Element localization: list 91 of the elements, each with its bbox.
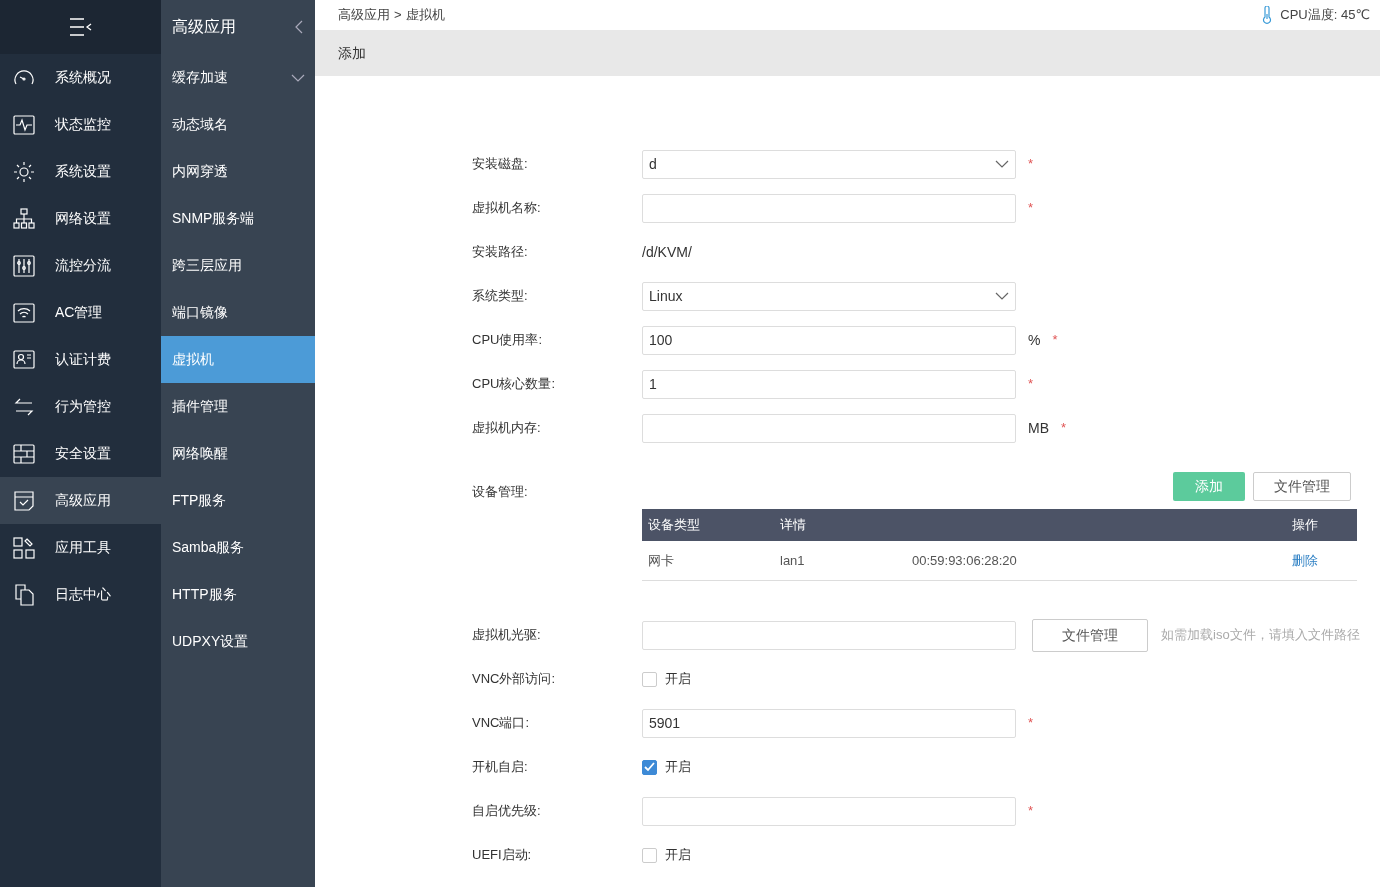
field-label: 设备管理: [472, 483, 529, 501]
field-label: CPU使用率: [472, 331, 544, 350]
checkbox-label: 开启 [665, 670, 691, 689]
input-field[interactable] [642, 620, 1016, 650]
checkbox[interactable] [642, 847, 657, 863]
submenu-title: 高级应用 [172, 17, 236, 37]
sidebar-item[interactable]: 应用工具 [0, 524, 161, 571]
sidebar-item[interactable]: 安全设置 [0, 430, 161, 477]
hint-text: 如需加载iso文件，请填入文件路径 [1161, 626, 1360, 645]
submenu-item[interactable]: Samba服务 [161, 524, 315, 571]
field-label: CPU核心数量: [472, 375, 557, 394]
required-mark: * [1028, 155, 1034, 174]
file-manager-button[interactable]: 文件管理 [1253, 472, 1351, 501]
input-field[interactable] [642, 193, 1016, 223]
file-manager-button[interactable]: 文件管理 [1032, 618, 1148, 652]
submenu-item[interactable]: HTTP服务 [161, 571, 315, 618]
wifi-icon [12, 300, 36, 325]
submenu-item[interactable]: 插件管理 [161, 383, 315, 430]
required-mark: * [1028, 802, 1034, 821]
sidebar-item[interactable]: 状态监控 [0, 101, 161, 148]
select-field[interactable]: Linux [642, 281, 1016, 311]
field-label: 虚拟机内存: [472, 419, 542, 438]
required-mark: * [1028, 199, 1034, 218]
submenu-item[interactable]: 端口镜像 [161, 289, 315, 336]
breadcrumb-separator: > [394, 6, 402, 25]
sidebar-item[interactable]: 流控分流 [0, 242, 161, 289]
input-field[interactable]: 100 [642, 325, 1016, 355]
network-icon [12, 206, 36, 231]
submenu-item[interactable]: 跨三层应用 [161, 242, 315, 289]
calendar-check-icon [12, 488, 36, 513]
id-card-icon [12, 347, 36, 372]
sidebar-item[interactable]: 行为管控 [0, 383, 161, 430]
sidebar-item[interactable]: 网络设置 [0, 195, 161, 242]
input-field[interactable] [642, 413, 1016, 443]
required-mark: * [1052, 331, 1058, 350]
input-field[interactable]: 5901 [642, 708, 1016, 738]
cpu-temperature: CPU温度: 45℃ [1280, 6, 1370, 25]
submenu-item[interactable]: 网络唤醒 [161, 430, 315, 477]
field-label: 虚拟机名称: [472, 199, 542, 218]
sidebar-item[interactable]: 高级应用 [0, 477, 161, 524]
breadcrumb-item[interactable]: 高级应用 [338, 5, 390, 25]
field-value: /d/KVM/ [642, 242, 692, 262]
delete-link[interactable]: 删除 [1286, 550, 1357, 571]
sidebar-item[interactable]: 系统设置 [0, 148, 161, 195]
sidebar-item[interactable]: AC管理 [0, 289, 161, 336]
pulse-icon [12, 112, 36, 137]
checkbox-label: 开启 [665, 846, 691, 865]
checkbox[interactable] [642, 759, 657, 775]
section-title: 添加 [338, 43, 366, 63]
submenu-item[interactable]: FTP服务 [161, 477, 315, 524]
submenu-item[interactable]: 缓存加速 [161, 54, 315, 101]
field-label: 安装磁盘: [472, 155, 529, 174]
input-field[interactable] [642, 796, 1016, 826]
submenu-item[interactable]: 内网穿透 [161, 148, 315, 195]
sidebar-item[interactable]: 系统概况 [0, 54, 161, 101]
dropdown-caret-icon [995, 292, 1009, 300]
select-field[interactable]: d [642, 149, 1016, 179]
thermometer-icon [1262, 6, 1273, 24]
submenu-item[interactable]: SNMP服务端 [161, 195, 315, 242]
checkbox[interactable] [642, 671, 657, 687]
sliders-icon [12, 253, 36, 278]
sidebar-item[interactable]: 认证计费 [0, 336, 161, 383]
input-field[interactable]: 1 [642, 369, 1016, 399]
table-cell-text: 网卡 [647, 551, 675, 570]
breadcrumb-item: 虚拟机 [405, 6, 445, 25]
checkbox-label: 开启 [665, 758, 691, 777]
field-label: 虚拟机光驱: [472, 626, 542, 645]
field-label: VNC外部访问: [472, 670, 557, 689]
submenu-item[interactable]: UDPXY设置 [161, 618, 315, 665]
document-icon [12, 582, 36, 607]
table-cell-text: 00:59:93:06:28:20 [911, 551, 1018, 570]
menu-collapse-icon[interactable] [67, 17, 94, 37]
brick-wall-icon [12, 441, 36, 466]
field-label: 安装路径: [472, 243, 529, 262]
field-label: 自启优先级: [472, 802, 542, 821]
submenu-item[interactable]: 动态域名 [161, 101, 315, 148]
grid-icon [12, 535, 36, 560]
table-header: 设备类型 详情 操作 [642, 509, 1357, 541]
collapse-chevron-icon[interactable] [295, 20, 303, 34]
field-label: 开机自启: [472, 758, 529, 777]
field-label: 系统类型: [472, 287, 529, 306]
required-mark: * [1061, 419, 1067, 438]
unit-label: MB [1028, 418, 1049, 438]
table-cell-text: lan1 [779, 551, 806, 570]
required-mark: * [1028, 714, 1034, 733]
field-label: VNC端口: [472, 714, 531, 733]
unit-label: % [1028, 330, 1041, 350]
dropdown-caret-icon [995, 160, 1009, 168]
sidebar-item[interactable]: 日志中心 [0, 571, 161, 618]
field-label: UEFI启动: [472, 846, 533, 865]
required-mark: * [1028, 375, 1034, 394]
